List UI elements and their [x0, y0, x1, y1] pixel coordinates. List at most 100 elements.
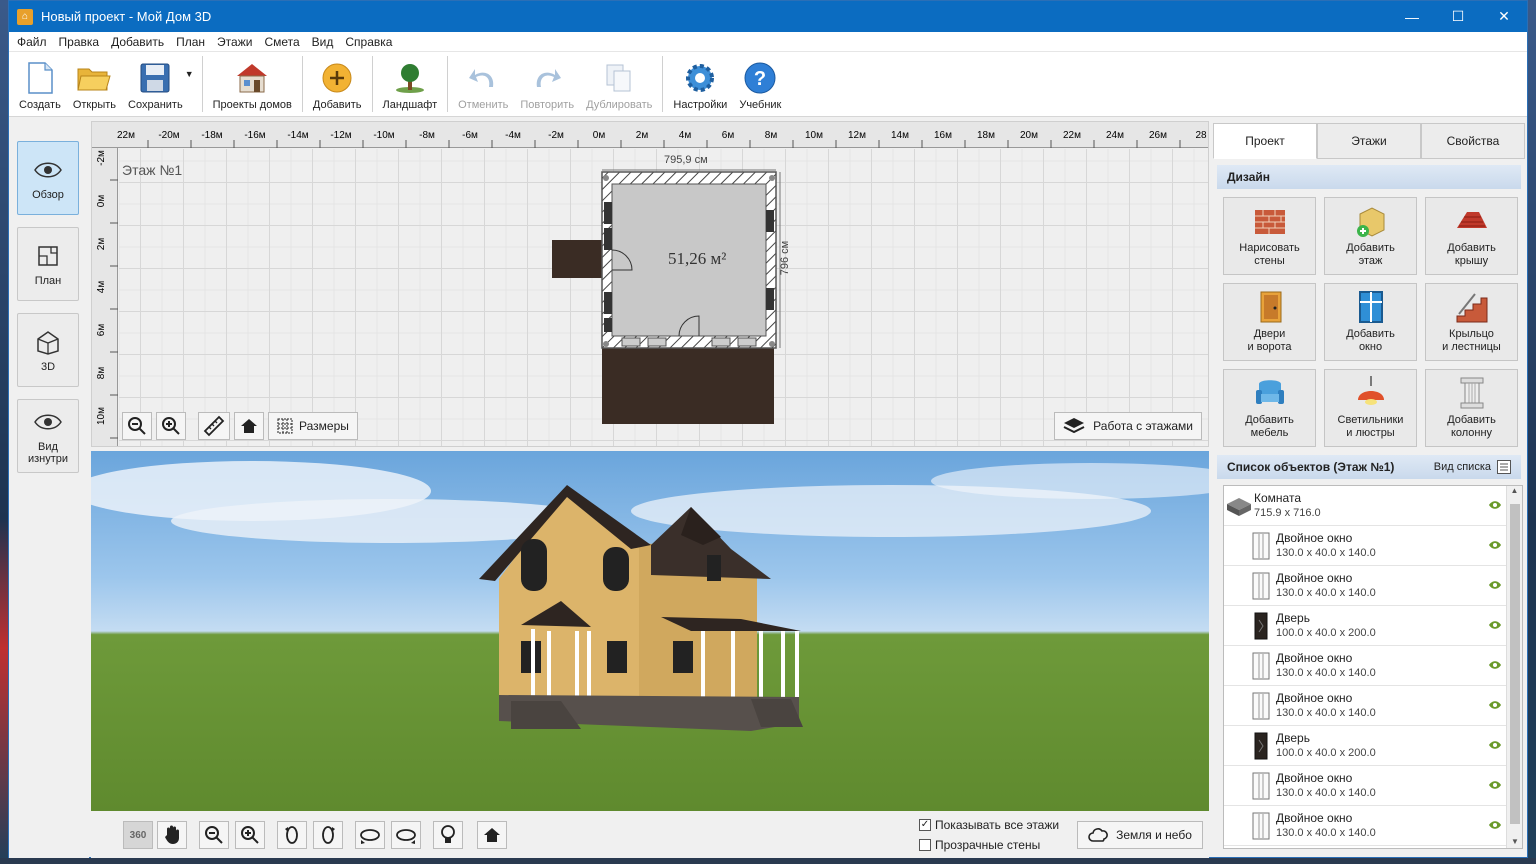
- redo-button[interactable]: Повторить: [514, 52, 580, 116]
- 3d-view[interactable]: [91, 451, 1209, 811]
- list-item[interactable]: Двойное окно 130.0 x 40.0 x 140.0: [1224, 686, 1522, 726]
- show-all-floors-checkbox[interactable]: ✓ Показывать все этажи: [919, 818, 1059, 832]
- list-item[interactable]: Двойное окно 130.0 x 40.0 x 140.0: [1224, 806, 1522, 846]
- list-item[interactable]: Дверь 100.0 x 40.0 x 200.0: [1224, 606, 1522, 646]
- inside-view-button[interactable]: Вид изнутри: [17, 399, 79, 473]
- maximize-button[interactable]: ☐: [1435, 1, 1481, 32]
- landscape-button[interactable]: Ландшафт: [377, 52, 444, 116]
- scrollbar-thumb[interactable]: [1510, 504, 1520, 824]
- list-item[interactable]: Двойное окно 130.0 x 40.0 x 140.0: [1224, 526, 1522, 566]
- draw-walls-button[interactable]: Нарисовать стены: [1223, 197, 1316, 275]
- dimensions-button[interactable]: Размеры: [268, 412, 358, 440]
- menu-floors[interactable]: Этажи: [211, 35, 258, 49]
- create-button[interactable]: Создать: [13, 52, 67, 116]
- armchair-icon: [1255, 380, 1284, 404]
- visibility-eye-icon[interactable]: [1488, 579, 1502, 593]
- rotate-left-button[interactable]: [277, 821, 307, 849]
- 3d-scene[interactable]: [91, 451, 1209, 811]
- add-floor-button[interactable]: Добавить этаж: [1324, 197, 1417, 275]
- tilt-down-button[interactable]: [391, 821, 421, 849]
- house-projects-button[interactable]: Проекты домов: [207, 52, 298, 116]
- open-button[interactable]: Открыть: [67, 52, 122, 116]
- floors-work-button[interactable]: Работа с этажами: [1054, 412, 1202, 440]
- minimize-button[interactable]: —: [1389, 1, 1435, 32]
- list-item[interactable]: Комната 715.9 x 716.0: [1224, 486, 1522, 526]
- visibility-eye-icon[interactable]: [1488, 619, 1502, 633]
- rotate-360-button[interactable]: 360: [123, 821, 153, 849]
- visibility-eye-icon[interactable]: [1488, 819, 1502, 833]
- earth-sky-button[interactable]: Земля и небо: [1077, 821, 1203, 849]
- objects-list-scrollbar[interactable]: ▲ ▼: [1506, 486, 1522, 848]
- close-button[interactable]: ✕: [1481, 1, 1527, 32]
- add-furniture-button[interactable]: Добавить мебель: [1223, 369, 1316, 447]
- zoom-in-button[interactable]: [156, 412, 186, 440]
- objects-list[interactable]: Комната 715.9 x 716.0 Двойное окно 130.0 x …: [1223, 485, 1523, 849]
- objects-list-header: Список объектов (Этаж №1) Вид списка: [1217, 455, 1521, 479]
- add-roof-button[interactable]: Добавить крышу: [1425, 197, 1518, 275]
- add-column-l2: колонну: [1450, 427, 1493, 439]
- floor-plan-view[interactable]: 22м -20м -18м -16м -14м -12м -10м -8м -6м -4м -2м 0…: [91, 121, 1209, 447]
- scroll-up-arrow-icon[interactable]: ▲: [1507, 486, 1522, 495]
- list-item[interactable]: Двойное окно 130.0 x 40.0 x 140.0: [1224, 766, 1522, 806]
- tab-floors[interactable]: Этажи: [1317, 123, 1421, 159]
- zoom-out-button[interactable]: [122, 412, 152, 440]
- zoom-out-icon: [128, 417, 146, 435]
- pan-hand-button[interactable]: [157, 821, 187, 849]
- tilt-up-button[interactable]: [355, 821, 385, 849]
- list-item-size: 130.0 x 40.0 x 140.0: [1276, 786, 1376, 799]
- list-item[interactable]: Двойное окно 130.0 x 40.0 x 140.0: [1224, 646, 1522, 686]
- doors-gates-button[interactable]: Двери и ворота: [1223, 283, 1316, 361]
- menu-edit[interactable]: Правка: [53, 35, 106, 49]
- rotate-right-icon: [322, 826, 335, 844]
- home-view-button[interactable]: [234, 412, 264, 440]
- plan-drawing[interactable]: [92, 122, 1209, 447]
- plan-mode-button[interactable]: План: [17, 227, 79, 301]
- tab-properties[interactable]: Свойства: [1421, 123, 1525, 159]
- lamps-button[interactable]: Светильники и люстры: [1324, 369, 1417, 447]
- undo-button[interactable]: Отменить: [452, 52, 514, 116]
- save-dropdown-arrow-icon[interactable]: ▼: [185, 69, 194, 79]
- overview-mode-button[interactable]: Обзор: [17, 141, 79, 215]
- tutorial-button[interactable]: ? Учебник: [733, 52, 787, 116]
- visibility-eye-icon[interactable]: [1488, 499, 1502, 513]
- list-item-text: Комната 715.9 x 716.0: [1254, 491, 1321, 521]
- visibility-eye-icon[interactable]: [1488, 739, 1502, 753]
- 3d-zoom-out-button[interactable]: [199, 821, 229, 849]
- transparent-walls-checkbox[interactable]: Прозрачные стены: [919, 838, 1040, 852]
- visibility-eye-icon[interactable]: [1488, 659, 1502, 673]
- menu-add[interactable]: Добавить: [105, 35, 170, 49]
- list-item-text: Двойное окно 130.0 x 40.0 x 140.0: [1276, 531, 1376, 561]
- visibility-eye-icon[interactable]: [1488, 539, 1502, 553]
- menu-view[interactable]: Вид: [306, 35, 340, 49]
- menu-plan[interactable]: План: [170, 35, 211, 49]
- list-item[interactable]: Двойное окно 130.0 x 40.0 x 140.0: [1224, 566, 1522, 606]
- ruler-tool-button[interactable]: [198, 412, 230, 440]
- tab-project[interactable]: Проект: [1213, 123, 1317, 159]
- list-view-toggle[interactable]: Вид списка: [1434, 460, 1511, 474]
- list-item[interactable]: Дверь 100.0 x 40.0 x 200.0: [1224, 726, 1522, 766]
- rotate-right-button[interactable]: [313, 821, 343, 849]
- 3d-zoom-in-button[interactable]: [235, 821, 265, 849]
- add-window-button[interactable]: Добавить окно: [1324, 283, 1417, 361]
- lighting-button[interactable]: [433, 821, 463, 849]
- menu-help[interactable]: Справка: [339, 35, 398, 49]
- menu-estimate[interactable]: Смета: [258, 35, 305, 49]
- add-column-button[interactable]: Добавить колонну: [1425, 369, 1518, 447]
- 3d-mode-button[interactable]: 3D: [17, 313, 79, 387]
- rotate-left-icon: [285, 826, 298, 844]
- steps-side[interactable]: [552, 240, 602, 278]
- house-icon: [235, 61, 269, 95]
- duplicate-button[interactable]: Дублировать: [580, 52, 658, 116]
- toolbar-separator: [662, 56, 664, 112]
- visibility-eye-icon[interactable]: [1488, 699, 1502, 713]
- add-button[interactable]: Добавить: [307, 52, 368, 116]
- porch-stairs-button[interactable]: Крыльцо и лестницы: [1425, 283, 1518, 361]
- 3d-home-button[interactable]: [477, 821, 507, 849]
- settings-button[interactable]: Настройки: [667, 52, 733, 116]
- eye-icon: [33, 155, 63, 185]
- menu-file[interactable]: Файл: [11, 35, 53, 49]
- steps-front[interactable]: [672, 392, 704, 420]
- scroll-down-arrow-icon[interactable]: ▼: [1507, 837, 1522, 846]
- visibility-eye-icon[interactable]: [1488, 779, 1502, 793]
- save-button[interactable]: Сохранить: [122, 52, 189, 116]
